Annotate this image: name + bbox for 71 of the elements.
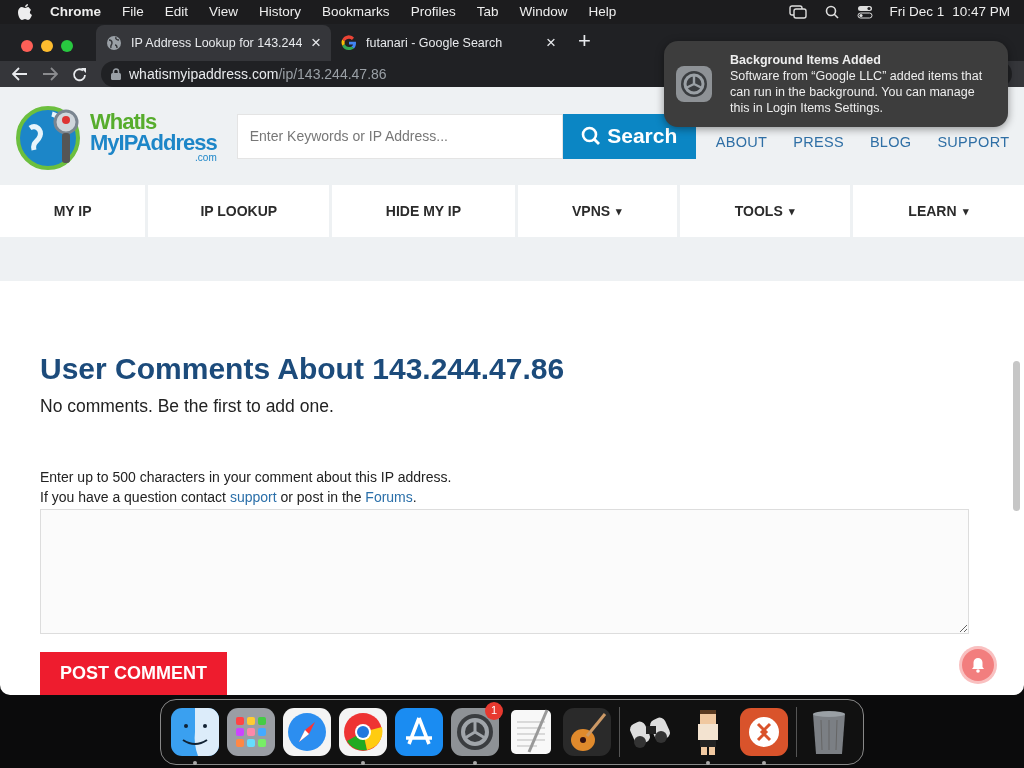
section-heading: User Comments About 143.244.47.86 — [40, 351, 566, 387]
post-comment-button[interactable]: POST COMMENT — [40, 652, 227, 695]
menu-item[interactable]: History — [259, 1, 302, 23]
chrome-icon[interactable] — [339, 707, 387, 756]
nav-tab[interactable]: VPNS ▾ — [517, 185, 677, 237]
gear-icon[interactable] — [451, 707, 499, 756]
close-tab-button[interactable]: × — [311, 30, 321, 56]
menu-bar-clock: 10:47 PM — [952, 2, 1010, 21]
menu-item[interactable]: Tab — [476, 1, 499, 23]
menu-item[interactable]: Edit — [164, 1, 189, 23]
lock-icon — [111, 68, 121, 80]
menu-item[interactable]: Bookmarks — [322, 1, 390, 23]
menu-item[interactable]: Profiles — [410, 1, 456, 23]
back-icon[interactable] — [12, 67, 28, 81]
screen-mirroring-icon[interactable] — [789, 5, 808, 19]
remote-desktop-icon[interactable] — [740, 707, 788, 756]
new-tab-button[interactable]: + — [578, 24, 591, 57]
app-menu[interactable]: Chrome — [50, 1, 101, 23]
menu-item[interactable]: Window — [519, 1, 568, 23]
instructions-text: Enter up to 500 characters in your comment about this IP address. — [40, 468, 453, 488]
search-button[interactable]: Search — [562, 113, 696, 159]
app-store-icon[interactable] — [395, 707, 443, 756]
comment-field[interactable] — [40, 509, 969, 635]
bell-icon — [971, 657, 985, 674]
browser-tab[interactable]: futanari - Google Search × — [331, 25, 566, 61]
compass-icon[interactable] — [283, 707, 331, 756]
reload-icon[interactable] — [72, 66, 87, 82]
smiling-face-app-icon[interactable] — [171, 707, 219, 756]
notification-banner[interactable]: Background Items Added Software from “Google LLC” added items that can run in the background. You can manage this in Login Items Settings. — [664, 41, 1008, 127]
gear-icon — [676, 66, 712, 102]
nav-tab[interactable]: IP LOOKUP — [148, 185, 330, 237]
globe-icon — [106, 35, 122, 51]
caret-icon: ▾ — [616, 202, 623, 220]
notification-badge: 1 — [485, 701, 503, 720]
search-icon — [581, 126, 602, 146]
app-grid-icon[interactable] — [227, 707, 275, 756]
nav-tab[interactable]: MY IP — [0, 185, 146, 237]
nav-link[interactable]: SUPPORT — [937, 132, 1010, 154]
empty-message: No comments. Be the first to add one. — [40, 395, 335, 418]
logo-text: WhatIs — [90, 110, 158, 132]
apple-icon — [18, 4, 32, 20]
browser-tab[interactable]: IP Address Lookup for 143.244 × — [96, 25, 331, 61]
nav-link[interactable]: ABOUT — [715, 132, 768, 154]
menu-item[interactable]: File — [122, 1, 144, 23]
scrollbar-thumb[interactable] — [1013, 361, 1020, 511]
logo-text: .com — [195, 152, 217, 162]
help-text: If you have a question contact support or post in the Forums. — [40, 488, 418, 508]
caret-icon: ▾ — [962, 202, 969, 220]
menu-item[interactable]: View — [209, 1, 239, 23]
site-logo[interactable]: WhatIs MyIPAddress .com — [16, 100, 217, 172]
forward-icon[interactable] — [42, 67, 58, 81]
menu-item[interactable]: Help — [588, 1, 617, 23]
url-text: whatismyipaddress.com/ip/143.244.47.86 — [129, 64, 387, 84]
help-link[interactable]: Forums — [365, 489, 413, 506]
google-icon — [341, 35, 357, 51]
nav-tab[interactable]: HIDE MY IP — [332, 185, 515, 237]
caret-icon: ▾ — [788, 202, 795, 220]
help-link[interactable]: support — [229, 489, 277, 506]
tab-title: futanari - Google Search — [366, 34, 504, 52]
search-icon[interactable] — [825, 5, 840, 19]
close-tab-button[interactable]: × — [546, 30, 556, 56]
notification-bell-button[interactable] — [962, 649, 994, 682]
menu-bar-date: Fri Dec 1 — [889, 2, 945, 21]
control-center-icon[interactable] — [857, 5, 874, 19]
nav-tab[interactable]: TOOLS ▾ — [679, 185, 850, 237]
tab-title: IP Address Lookup for 143.244 — [131, 34, 303, 52]
search-field[interactable]: Enter Keywords or IP Address... — [236, 113, 563, 159]
nav-tab[interactable]: LEARN ▾ — [852, 185, 1024, 237]
nav-link[interactable]: BLOG — [869, 132, 912, 154]
guitar-icon[interactable] — [563, 707, 611, 756]
nav-link[interactable]: PRESS — [793, 132, 844, 154]
